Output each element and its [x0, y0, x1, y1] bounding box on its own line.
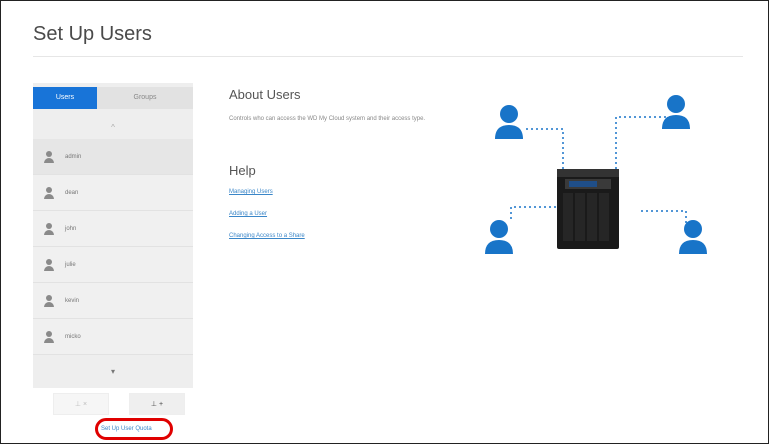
tab-groups[interactable]: Groups [97, 87, 193, 109]
list-item[interactable]: admin [33, 139, 193, 175]
list-item[interactable]: julie [33, 247, 193, 283]
user-icon [43, 186, 55, 199]
help-link-changing-access[interactable]: Changing Access to a Share [229, 233, 305, 239]
tab-users[interactable]: Users [33, 87, 97, 109]
user-icon [679, 220, 707, 254]
user-icon [43, 150, 55, 163]
user-icon [495, 105, 523, 139]
nas-device-icon [557, 169, 619, 249]
list-item[interactable]: micko [33, 319, 193, 355]
window-frame: Set Up Users Users Groups ^ admin dean j… [0, 0, 769, 444]
help-link-adding-user[interactable]: Adding a User [229, 211, 267, 217]
highlight-annotation [95, 418, 173, 440]
user-icon [43, 258, 55, 271]
users-network-diagram [485, 95, 707, 254]
list-item[interactable]: kevin [33, 283, 193, 319]
remove-user-button[interactable]: ⊥ × [53, 393, 109, 415]
add-user-button[interactable]: ⊥ + [129, 393, 185, 415]
list-item[interactable]: john [33, 211, 193, 247]
user-icon [43, 294, 55, 307]
user-icon [43, 330, 55, 343]
user-name: dean [65, 189, 79, 196]
list-item[interactable]: dean [33, 175, 193, 211]
user-name: micko [65, 333, 81, 340]
users-panel: Users Groups ^ admin dean john julie kev… [33, 83, 193, 388]
user-icon [43, 222, 55, 235]
user-list: admin dean john julie kevin micko [33, 139, 193, 355]
help-link-managing-users[interactable]: Managing Users [229, 189, 273, 195]
help-title: Help [229, 163, 256, 178]
user-name: john [65, 225, 77, 232]
scroll-up-button[interactable]: ^ [33, 123, 193, 137]
user-icon [662, 95, 690, 129]
user-name: julie [65, 261, 76, 268]
page-title: Set Up Users [33, 23, 152, 45]
about-description: Controls who can access the WD My Cloud … [229, 116, 426, 122]
user-icon [485, 220, 513, 254]
user-name: admin [65, 153, 82, 160]
user-name: kevin [65, 297, 80, 304]
scroll-down-button[interactable]: ▾ [33, 367, 193, 381]
about-title: About Users [229, 87, 301, 102]
title-divider [33, 56, 743, 57]
